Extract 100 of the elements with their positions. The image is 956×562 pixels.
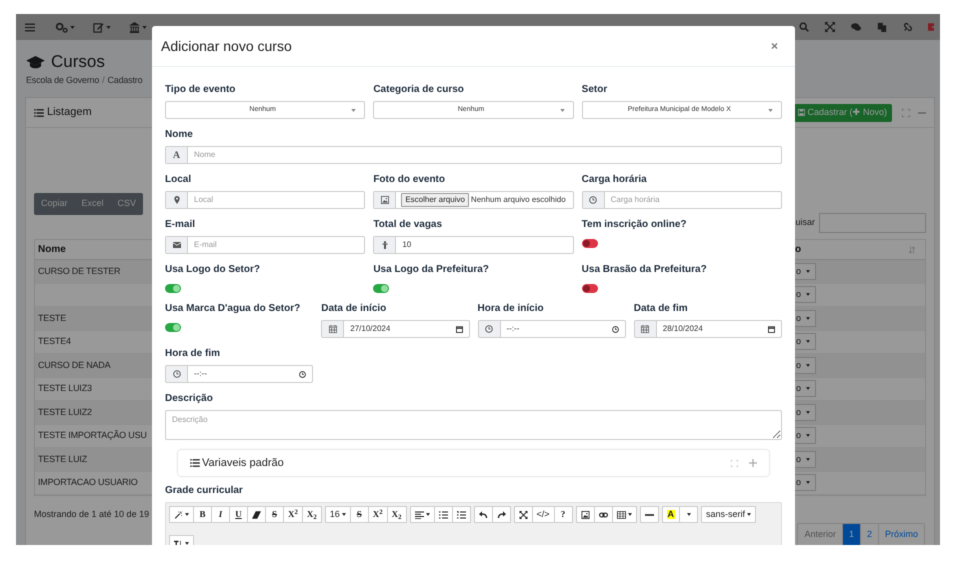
breadcrumb-link[interactable]: Cadastro (107, 74, 142, 88)
field-label: Usa Logo do Setor? (165, 264, 261, 276)
numbered-list-icon (456, 510, 466, 518)
date-field[interactable]: 28/10/2024 (634, 320, 782, 338)
toolbar-button[interactable] (640, 506, 659, 523)
search-field[interactable] (819, 213, 926, 233)
font-letter-icon: A (172, 148, 180, 162)
toolbar-button[interactable] (434, 506, 453, 523)
close-button[interactable]: × (768, 37, 781, 55)
toolbar-button[interactable]: X$^{2}$ (368, 506, 388, 523)
menu-icon[interactable] (25, 22, 35, 32)
list-icon (190, 459, 200, 467)
toggle-switch[interactable] (165, 323, 181, 332)
image-icon (380, 196, 389, 204)
toolbar-button[interactable]: ? (554, 506, 573, 523)
graduation-cap-icon (26, 56, 45, 68)
bullet-list-icon (438, 510, 448, 518)
expand-icon[interactable] (902, 108, 910, 116)
toggle-switch[interactable] (582, 284, 598, 293)
chat-bubbles-icon[interactable] (851, 22, 861, 32)
description-field[interactable]: Descrição (165, 410, 782, 440)
toolbar-button[interactable] (576, 506, 595, 523)
edit-icon[interactable] (93, 22, 104, 32)
expand-icon[interactable] (731, 460, 738, 466)
toolbar-button[interactable] (410, 506, 435, 523)
field-label: Grade curricular (165, 485, 244, 497)
toolbar-button[interactable] (612, 506, 637, 523)
field-label: Categoria de curso (373, 84, 465, 96)
caret-icon (806, 410, 810, 414)
field-label: Carga horária (582, 174, 648, 186)
toolbar-button[interactable]: I (212, 506, 230, 523)
clock-icon[interactable] (299, 370, 306, 378)
breadcrumb-link[interactable]: Escola de Governo (26, 74, 100, 88)
time-field[interactable]: --:-- (165, 365, 314, 383)
field-label: Tipo de evento (165, 84, 236, 96)
toggle-switch[interactable] (582, 239, 598, 248)
field-label: Hora de fim (165, 348, 222, 360)
table-cell-text: CURSO DE NADA (37, 358, 112, 372)
caret-icon (806, 293, 810, 296)
toolbar-button[interactable]: X$_{2}$ (388, 506, 407, 523)
choose-file-button[interactable]: Escolher arquivo (401, 193, 469, 207)
toolbar-button[interactable]: B (194, 506, 212, 523)
toolbar-button[interactable] (492, 506, 511, 523)
text-field[interactable]: 10 (373, 236, 574, 254)
fullscreen-icon[interactable] (825, 22, 835, 32)
clock-icon (172, 370, 180, 378)
panel-title: Variaveis padrão (202, 456, 284, 471)
table-cell-text: TESTE4 (37, 335, 72, 348)
gears-icon[interactable] (55, 22, 68, 32)
link-icon[interactable] (903, 22, 913, 32)
field-label: Nome (165, 129, 194, 141)
search-icon[interactable] (799, 22, 809, 32)
file-field[interactable]: Escolher arquivo Nenhum arquivo escolhido (373, 191, 574, 209)
text-field[interactable]: A Nome (165, 146, 782, 164)
toolbar-button[interactable] (248, 506, 266, 523)
field-label: Setor (582, 84, 608, 96)
toolbar-button[interactable] (514, 506, 533, 523)
toolbar-button[interactable]: 16 (324, 506, 351, 523)
list-icon (34, 108, 44, 116)
file-name-text: Nenhum arquivo escolhido (470, 194, 566, 206)
magic-wand-icon (174, 510, 183, 518)
toolbar-button[interactable]: sans-serif (701, 506, 756, 523)
field-label: Foto do evento (373, 174, 446, 186)
documents-icon[interactable] (877, 22, 887, 32)
toolbar-button[interactable] (452, 506, 471, 523)
caret-icon (70, 26, 75, 28)
caret-icon (768, 108, 773, 112)
envelope-icon (172, 241, 180, 249)
add-icon[interactable] (749, 459, 757, 467)
toolbar-button[interactable]: X$_{2}$ (302, 506, 322, 523)
toolbar-button[interactable] (594, 506, 613, 523)
toolbar-button[interactable]: U (230, 506, 248, 523)
toggle-switch[interactable] (373, 284, 390, 293)
map-pin-icon (172, 196, 180, 204)
breadcrumb-separator: / (102, 74, 104, 87)
toolbar-button[interactable]: </> (532, 506, 555, 523)
field-label: Local (165, 174, 192, 186)
link-icon (598, 510, 608, 518)
toggle-switch[interactable] (165, 284, 181, 293)
exit-icon[interactable] (928, 22, 937, 32)
toolbar-button[interactable] (169, 506, 194, 523)
calendar-icon[interactable] (768, 326, 775, 332)
bank-icon[interactable] (129, 22, 140, 32)
page-title: Cursos (51, 52, 105, 72)
caret-icon (806, 316, 810, 320)
table-cell-text: TESTE LUIZ (37, 452, 88, 466)
caret-icon (351, 108, 356, 112)
modal-title: Adicionar novo curso (161, 36, 292, 56)
calendar-icon[interactable] (456, 326, 462, 332)
toolbar-button[interactable]: S (350, 506, 369, 523)
column-header[interactable]: o (795, 242, 802, 257)
toolbar-button[interactable] (474, 506, 493, 523)
field-label: Hora de início (478, 303, 545, 315)
date-field[interactable]: 27/10/2024 (321, 320, 470, 338)
toolbar-button[interactable]: S (266, 506, 284, 523)
clock-icon[interactable] (612, 326, 619, 332)
toolbar-button[interactable]: A (662, 506, 680, 523)
time-field[interactable]: --:-- (478, 320, 626, 338)
minimize-icon[interactable] (918, 112, 926, 114)
toolbar-button[interactable]: X$^{2}$ (284, 506, 303, 523)
